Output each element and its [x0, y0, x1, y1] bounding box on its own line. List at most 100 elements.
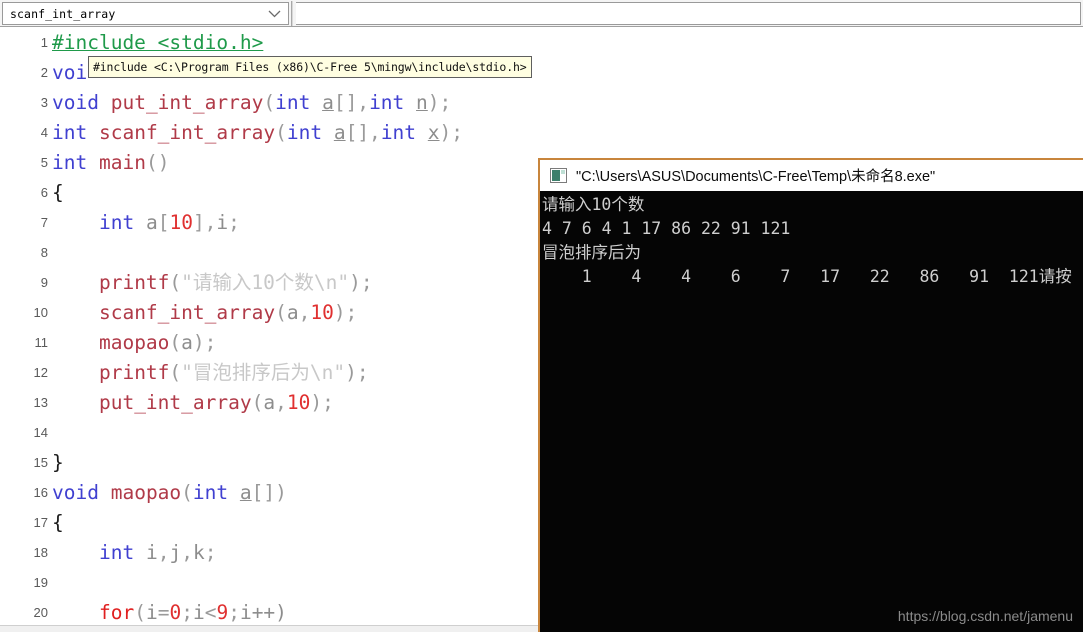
- console-line: 请输入10个数: [542, 195, 645, 214]
- code-token: ;: [181, 601, 193, 624]
- console-title: "C:\Users\ASUS\Documents\C-Free\Temp\未命名…: [576, 169, 936, 185]
- console-titlebar[interactable]: "C:\Users\ASUS\Documents\C-Free\Temp\未命名…: [540, 160, 1083, 191]
- code-token: void: [52, 481, 99, 504]
- line-number: 20: [33, 605, 48, 620]
- code-token: (: [169, 271, 182, 294]
- code-line-text: int i,j,k;: [52, 538, 216, 568]
- code-token: i: [145, 541, 158, 564]
- code-token: x: [427, 121, 440, 144]
- code-token: );: [333, 301, 358, 324]
- code-token: int: [98, 211, 135, 234]
- include-path-tooltip: #include <C:\Program Files (x86)\C-Free …: [88, 56, 532, 78]
- code-token: );: [192, 331, 217, 354]
- code-token: "冒泡排序后为\n": [181, 361, 346, 384]
- code-line-text: scanf_int_array(a,10);: [52, 298, 357, 328]
- secondary-combobox[interactable]: [296, 2, 1081, 25]
- code-token: ;: [204, 541, 217, 564]
- line-number: 10: [33, 305, 48, 320]
- code-token: (: [181, 481, 193, 504]
- console-window-icon: [550, 168, 567, 183]
- code-token: <: [204, 601, 217, 624]
- code-token: put_int_array: [98, 391, 252, 414]
- code-token: );: [439, 121, 464, 144]
- code-token: ,: [298, 301, 311, 324]
- code-token: (: [251, 391, 264, 414]
- code-line-text: {: [52, 178, 64, 208]
- code-token: 0: [169, 601, 182, 624]
- code-line-text: }: [52, 448, 64, 478]
- code-line[interactable]: 4 int scanf_int_array(int a[],int x);: [0, 118, 1083, 148]
- code-token: int: [52, 151, 88, 174]
- code-token: (: [275, 121, 287, 144]
- code-token: a: [263, 391, 276, 414]
- code-line-text: voi: [52, 58, 87, 88]
- editor-toolbar: scanf_int_array: [0, 0, 1083, 27]
- code-token: int: [369, 91, 405, 114]
- code-token: i: [216, 211, 229, 234]
- line-number: 12: [33, 365, 48, 380]
- code-token: n: [416, 91, 428, 114]
- code-token: 10: [286, 391, 311, 414]
- code-token: k: [192, 541, 205, 564]
- chevron-down-icon[interactable]: [266, 3, 282, 24]
- console-output: 请输入10个数 4 7 6 4 1 17 86 22 91 121 冒泡排序后为 1…: [540, 191, 1083, 632]
- line-number: 9: [40, 275, 48, 290]
- line-number: 6: [40, 185, 48, 200]
- code-line-text: int scanf_int_array(int a[],int x);: [52, 118, 463, 148]
- code-token: maopao: [110, 481, 182, 504]
- code-token: scanf_int_array: [98, 301, 276, 324]
- watermark: https://blog.csdn.net/jamenu: [897, 608, 1073, 624]
- code-token: =: [157, 601, 170, 624]
- code-line-text: int a[10],i;: [52, 208, 240, 238]
- code-token: (: [134, 601, 146, 624]
- code-token: );: [310, 391, 334, 414]
- code-line-text: int main(): [52, 148, 169, 178]
- code-token: void: [52, 91, 99, 114]
- code-token: int: [286, 121, 323, 144]
- code-token: ,: [181, 541, 193, 564]
- code-token: a: [322, 91, 334, 114]
- code-line-text: printf("冒泡排序后为\n");: [52, 358, 369, 388]
- line-number: 3: [40, 95, 48, 110]
- line-number: 4: [40, 125, 48, 140]
- code-token: (: [275, 301, 287, 324]
- code-token: j: [169, 541, 182, 564]
- code-token: (: [263, 91, 276, 114]
- code-token: i: [192, 601, 205, 624]
- code-token: i: [145, 601, 158, 624]
- code-token: i++): [239, 601, 287, 624]
- code-line-text: #include <stdio.h>: [52, 28, 263, 58]
- line-number: 5: [40, 155, 48, 170]
- code-token: {: [52, 511, 64, 534]
- code-token: 10: [310, 301, 334, 324]
- code-token: []): [251, 481, 287, 504]
- code-token: put_int_array: [110, 91, 264, 114]
- code-token: maopao: [98, 331, 170, 354]
- code-token: [],: [333, 91, 370, 114]
- code-line[interactable]: 1 #include <stdio.h>: [0, 28, 1083, 58]
- code-token: {: [52, 181, 64, 204]
- console-window[interactable]: "C:\Users\ASUS\Documents\C-Free\Temp\未命名…: [538, 158, 1083, 632]
- code-token: int: [275, 91, 311, 114]
- code-line-text: maopao(a);: [52, 328, 216, 358]
- code-line[interactable]: 3 void put_int_array(int a[],int n);: [0, 88, 1083, 118]
- code-token: "请输入10个数\n": [181, 271, 350, 294]
- code-line-text: void put_int_array(int a[],int n);: [52, 88, 451, 118]
- code-token: a: [181, 331, 193, 354]
- code-token: [],: [345, 121, 381, 144]
- symbol-combobox[interactable]: scanf_int_array: [2, 2, 289, 25]
- code-token: );: [345, 361, 369, 384]
- code-token: (: [169, 331, 182, 354]
- code-token: );: [349, 271, 373, 294]
- code-token: a: [145, 211, 158, 234]
